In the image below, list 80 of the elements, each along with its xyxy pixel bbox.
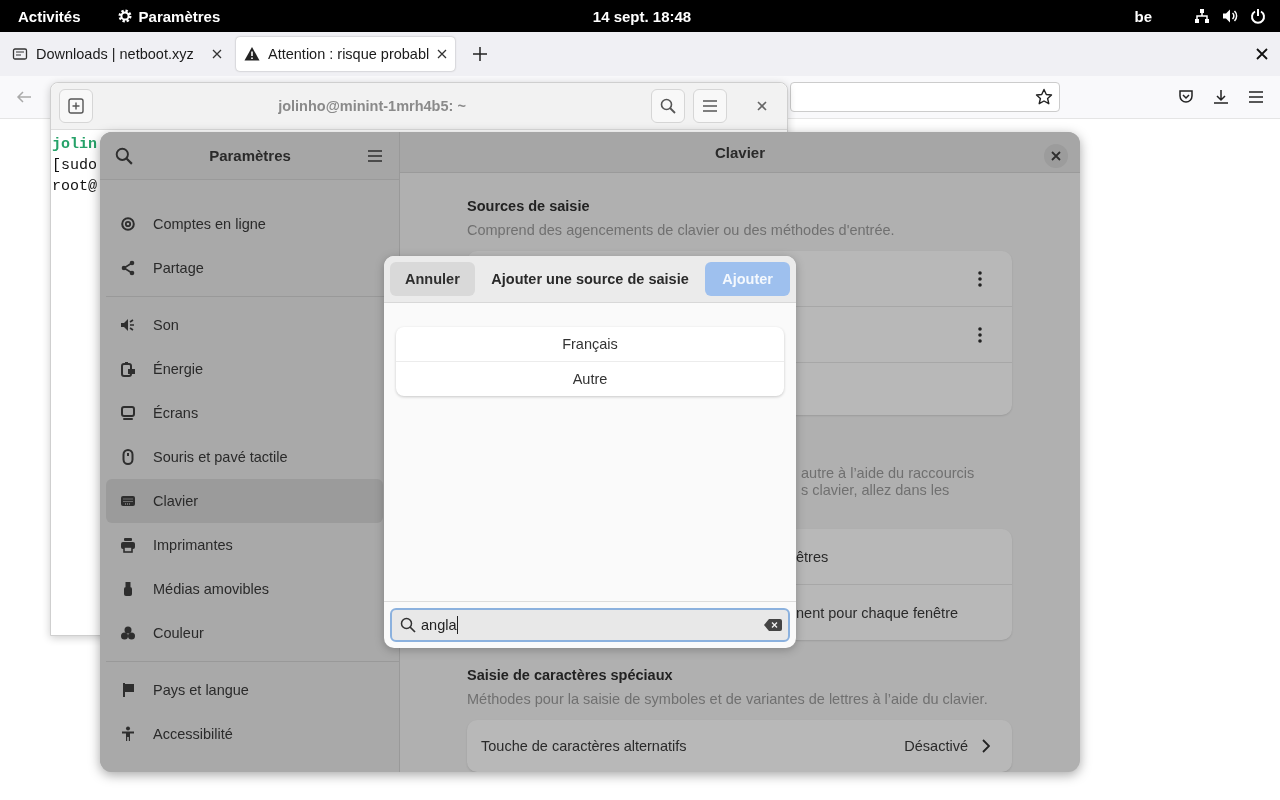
activities-button[interactable]: Activités — [18, 7, 81, 25]
clear-icon[interactable] — [764, 619, 782, 631]
close-icon[interactable] — [437, 49, 448, 59]
close-button[interactable] — [1044, 144, 1068, 168]
sidebar-item[interactable]: Couleur — [106, 611, 383, 655]
option-label[interactable]: nent pour chaque fenêtre — [796, 604, 959, 621]
search-button[interactable] — [651, 89, 685, 123]
close-icon[interactable] — [1256, 48, 1268, 60]
clock[interactable]: 14 sept. 18:48 — [592, 7, 692, 25]
share-icon — [120, 260, 136, 276]
keyboard-icon — [120, 493, 136, 509]
sidebar-item[interactable]: Partage — [106, 246, 383, 290]
search-icon — [660, 98, 676, 114]
sidebar-title: Paramètres — [209, 147, 291, 164]
search-icon — [400, 617, 416, 633]
person-icon — [120, 726, 136, 742]
more-options-icon[interactable] — [978, 326, 982, 343]
section-description: Comprend des agencements de clavier ou des méthodes d'entrée. — [467, 221, 896, 239]
terminal-line: root@ — [52, 177, 97, 197]
window-title: jolinho@minint-1mrh4b5: ~ — [277, 98, 467, 114]
printer-icon — [120, 537, 136, 553]
section-description: s clavier, allez dans les — [801, 482, 951, 499]
new-tab-button[interactable] — [59, 89, 93, 123]
settings-row[interactable]: Touche de caractères alternatifs Désactivé — [467, 720, 1012, 772]
download-icon[interactable] — [1213, 89, 1229, 105]
list-option[interactable]: Autre — [396, 362, 784, 396]
warning-icon — [244, 46, 260, 62]
sidebar-item[interactable]: Écrans — [106, 391, 383, 435]
sidebar-item[interactable]: Pays et langue — [106, 668, 383, 712]
page-icon — [12, 46, 28, 62]
keyboard-layout-indicator[interactable]: be — [1134, 7, 1152, 25]
search-icon[interactable] — [115, 146, 133, 165]
battery-icon — [120, 361, 136, 377]
terminal-line: [sudo — [52, 156, 97, 176]
menu-icon[interactable] — [367, 147, 383, 164]
panel-title: Clavier — [714, 143, 765, 161]
circles-icon — [120, 625, 136, 641]
browser-tab[interactable]: Attention : risque probabl — [236, 37, 456, 71]
menu-icon — [702, 98, 718, 114]
new-tab-icon[interactable] — [473, 47, 488, 61]
chevron-right-icon — [982, 739, 990, 753]
section-heading: Saisie de caractères spéciaux — [467, 666, 674, 684]
flag-icon — [120, 682, 136, 698]
cancel-button[interactable]: Annuler — [390, 262, 475, 296]
sidebar-item[interactable]: Énergie — [106, 347, 383, 391]
plus-icon — [68, 98, 84, 114]
monitor-icon — [120, 405, 136, 421]
sidebar-item[interactable]: Médias amovibles — [106, 567, 383, 611]
section-heading: Sources de saisie — [467, 197, 591, 215]
sidebar-item[interactable]: Accessibilité — [106, 712, 383, 756]
list-option[interactable]: Français — [396, 327, 784, 362]
network-icon[interactable] — [1194, 8, 1210, 24]
search-field[interactable]: angla — [390, 608, 790, 642]
sidebar-item[interactable]: Souris et pavé tactile — [106, 435, 383, 479]
mouse-icon — [120, 449, 136, 465]
power-icon[interactable] — [1250, 8, 1266, 24]
sidebar-item[interactable]: Son — [106, 303, 383, 347]
url-field[interactable] — [790, 82, 1060, 112]
dialog-title: Ajouter une source de saisie — [490, 271, 690, 287]
menu-icon[interactable] — [1248, 89, 1264, 105]
speaker-icon — [120, 317, 136, 333]
sidebar-item[interactable]: Comptes en ligne — [106, 202, 383, 246]
section-description: Méthodes pour la saisie de symboles et de variantes de lettres à l’aide du clavier. — [467, 690, 989, 708]
volume-icon[interactable] — [1222, 8, 1238, 24]
terminal-line: jolin — [52, 135, 97, 155]
app-menu[interactable]: Paramètres — [116, 7, 221, 25]
gear-icon — [116, 8, 133, 24]
star-icon[interactable] — [1035, 88, 1053, 106]
more-options-icon[interactable] — [978, 270, 982, 287]
close-icon — [1051, 151, 1061, 161]
close-icon[interactable] — [212, 49, 222, 59]
option-label[interactable]: êtres — [796, 548, 829, 565]
section-description: autre à l’aide du raccourcis — [801, 465, 976, 482]
text-cursor — [457, 616, 459, 634]
pocket-icon[interactable] — [1178, 89, 1194, 105]
sidebar-item[interactable]: Imprimantes — [106, 523, 383, 567]
browser-tab[interactable]: Downloads | netboot.xyz — [8, 37, 230, 71]
at-icon — [120, 216, 136, 232]
sidebar-item[interactable]: Clavier — [106, 479, 383, 523]
menu-button[interactable] — [693, 89, 727, 123]
